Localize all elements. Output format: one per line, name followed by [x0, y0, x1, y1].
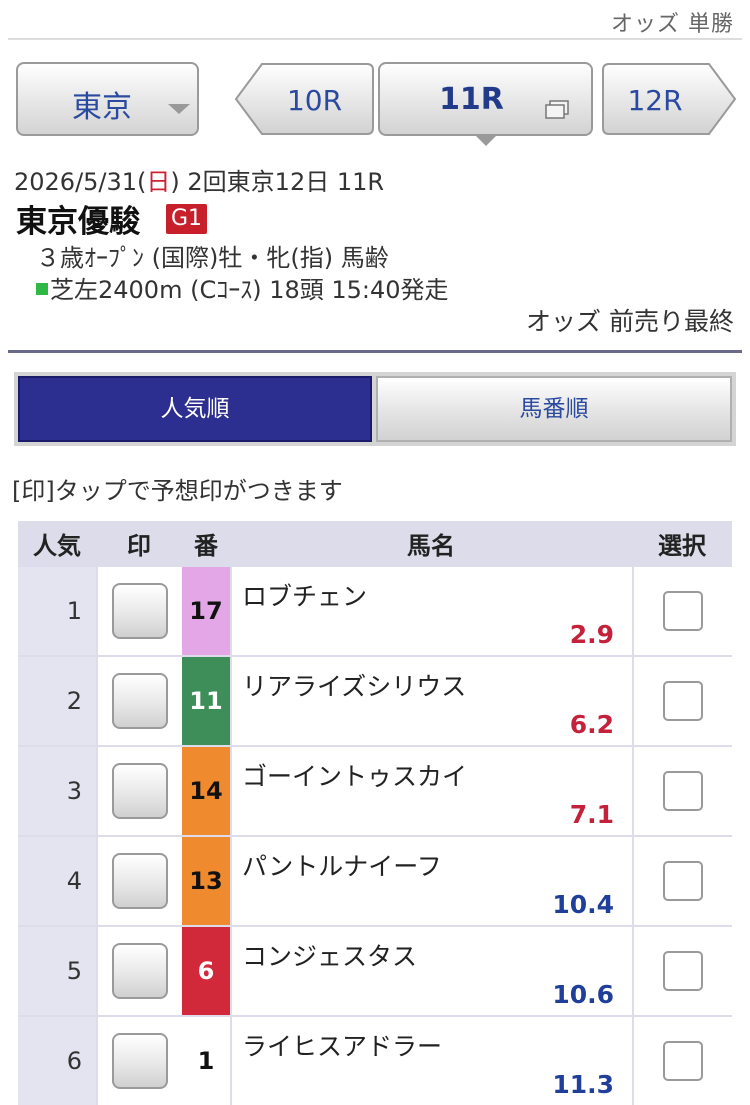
windows-icon: [545, 100, 569, 119]
name-cell: パントルナイーフ 10.4: [230, 835, 632, 925]
race-info: 2026/5/31(日) 2回東京12日 11R 東京優駿 G1 ３歳ｵｰﾌﾟﾝ…: [14, 160, 738, 340]
horse-name[interactable]: ゴーイントゥスカイ: [242, 757, 467, 793]
race-conditions: ３歳ｵｰﾌﾟﾝ (国際)牡・牝(指) 馬齢: [36, 244, 389, 272]
select-checkbox[interactable]: [663, 861, 703, 901]
chevron-down-icon: [168, 104, 190, 114]
turf-icon: [36, 283, 48, 295]
table-header: 人気 印 番 馬名 選択: [18, 521, 732, 565]
name-cell: ロブチェン 2.9: [230, 565, 632, 655]
grade-badge: G1: [166, 204, 208, 234]
odds-value: 10.4: [552, 890, 614, 919]
sort-tabs: 人気順 馬番順: [14, 372, 736, 446]
venue-label: 東京: [72, 90, 132, 125]
race-navigation: 東京 10R 11R 12R: [0, 58, 750, 148]
select-checkbox[interactable]: [663, 771, 703, 811]
select-checkbox[interactable]: [663, 1041, 703, 1081]
odds-value: 11.3: [552, 1070, 614, 1099]
horse-name[interactable]: パントルナイーフ: [242, 847, 442, 883]
header-rank: 人気: [18, 521, 96, 565]
odds-table: 人気 印 番 馬名 選択 1 17 ロブチェン 2.9 2 11 リアライズシリウス 6.2 3…: [18, 521, 732, 1105]
mark-cell: [96, 655, 182, 745]
table-body: 1 17 ロブチェン 2.9 2 11 リアライズシリウス 6.2 3 14 ゴーイントゥスカイ 7.…: [18, 565, 732, 1105]
tab-number[interactable]: 馬番順: [376, 376, 732, 442]
name-cell: ゴーイントゥスカイ 7.1: [230, 745, 632, 835]
horse-number: 1: [182, 1015, 230, 1105]
horse-name[interactable]: リアライズシリウス: [242, 667, 466, 703]
select-checkbox[interactable]: [663, 591, 703, 631]
divider: [8, 350, 742, 353]
date-suffix: ) 2回東京12日 11R: [170, 168, 385, 196]
current-indicator: [476, 136, 496, 146]
table-row: 6 1 ライヒスアドラー 11.3: [18, 1015, 732, 1105]
prediction-mark-button[interactable]: [112, 943, 168, 999]
horse-number: 17: [182, 565, 230, 655]
prediction-mark-button[interactable]: [112, 763, 168, 819]
horse-name[interactable]: ロブチェン: [242, 577, 367, 613]
prediction-mark-button[interactable]: [112, 583, 168, 639]
table-row: 4 13 パントルナイーフ 10.4: [18, 835, 732, 925]
horse-name[interactable]: ライヒスアドラー: [242, 1027, 442, 1063]
top-bar: オッズ 単勝: [0, 0, 750, 40]
next-race-button[interactable]: 12R: [601, 62, 737, 136]
header-num: 番: [182, 521, 230, 565]
name-cell: コンジェスタス 10.6: [230, 925, 632, 1015]
rank-cell: 2: [18, 655, 96, 745]
odds-value: 2.9: [569, 620, 614, 649]
rank-cell: 1: [18, 565, 96, 655]
hint-text: [印]タップで予想印がつきます: [12, 477, 343, 505]
select-cell: [632, 565, 732, 655]
race-date: 2026/5/31(日) 2回東京12日 11R: [14, 162, 384, 197]
day-of-week: 日: [146, 168, 171, 196]
rank-cell: 6: [18, 1015, 96, 1105]
horse-number: 14: [182, 745, 230, 835]
course-text: 芝左2400m (Cｺｰｽ) 18頭 15:40発走: [50, 276, 449, 304]
prediction-mark-button[interactable]: [112, 1033, 168, 1089]
next-race-label: 12R: [627, 84, 683, 117]
header-select: 選択: [632, 521, 732, 565]
date-prefix: 2026/5/31(: [14, 168, 147, 196]
odds-value: 10.6: [552, 980, 614, 1009]
venue-selector[interactable]: 東京: [16, 62, 199, 136]
page-title: オッズ 単勝: [611, 12, 734, 37]
horse-number: 6: [182, 925, 230, 1015]
prediction-mark-button[interactable]: [112, 853, 168, 909]
tab-popular[interactable]: 人気順: [18, 376, 372, 442]
mark-cell: [96, 835, 182, 925]
select-cell: [632, 745, 732, 835]
table-row: 1 17 ロブチェン 2.9: [18, 565, 732, 655]
select-cell: [632, 655, 732, 745]
select-cell: [632, 835, 732, 925]
prev-race-button[interactable]: 10R: [234, 62, 375, 136]
select-checkbox[interactable]: [663, 681, 703, 721]
rank-cell: 3: [18, 745, 96, 835]
odds-value: 7.1: [569, 800, 614, 829]
current-race-button[interactable]: 11R: [378, 62, 593, 146]
race-name: 東京優駿: [16, 204, 140, 240]
header-name: 馬名: [230, 521, 632, 565]
odds-type: オッズ 前売り最終: [526, 307, 734, 336]
table-row: 5 6 コンジェスタス 10.6: [18, 925, 732, 1015]
rank-cell: 5: [18, 925, 96, 1015]
name-cell: ライヒスアドラー 11.3: [230, 1015, 632, 1105]
select-cell: [632, 1015, 732, 1105]
horse-number: 13: [182, 835, 230, 925]
race-course: 芝左2400m (Cｺｰｽ) 18頭 15:40発走: [36, 270, 449, 305]
rank-cell: 4: [18, 835, 96, 925]
select-checkbox[interactable]: [663, 951, 703, 991]
mark-cell: [96, 565, 182, 655]
prediction-mark-button[interactable]: [112, 673, 168, 729]
name-cell: リアライズシリウス 6.2: [230, 655, 632, 745]
odds-value: 6.2: [569, 710, 614, 739]
mark-cell: [96, 745, 182, 835]
header-mark: 印: [96, 521, 182, 565]
mark-cell: [96, 1015, 182, 1105]
mark-cell: [96, 925, 182, 1015]
table-row: 2 11 リアライズシリウス 6.2: [18, 655, 732, 745]
select-cell: [632, 925, 732, 1015]
horse-number: 11: [182, 655, 230, 745]
table-row: 3 14 ゴーイントゥスカイ 7.1: [18, 745, 732, 835]
horse-name[interactable]: コンジェスタス: [242, 937, 417, 973]
divider: [8, 38, 742, 40]
